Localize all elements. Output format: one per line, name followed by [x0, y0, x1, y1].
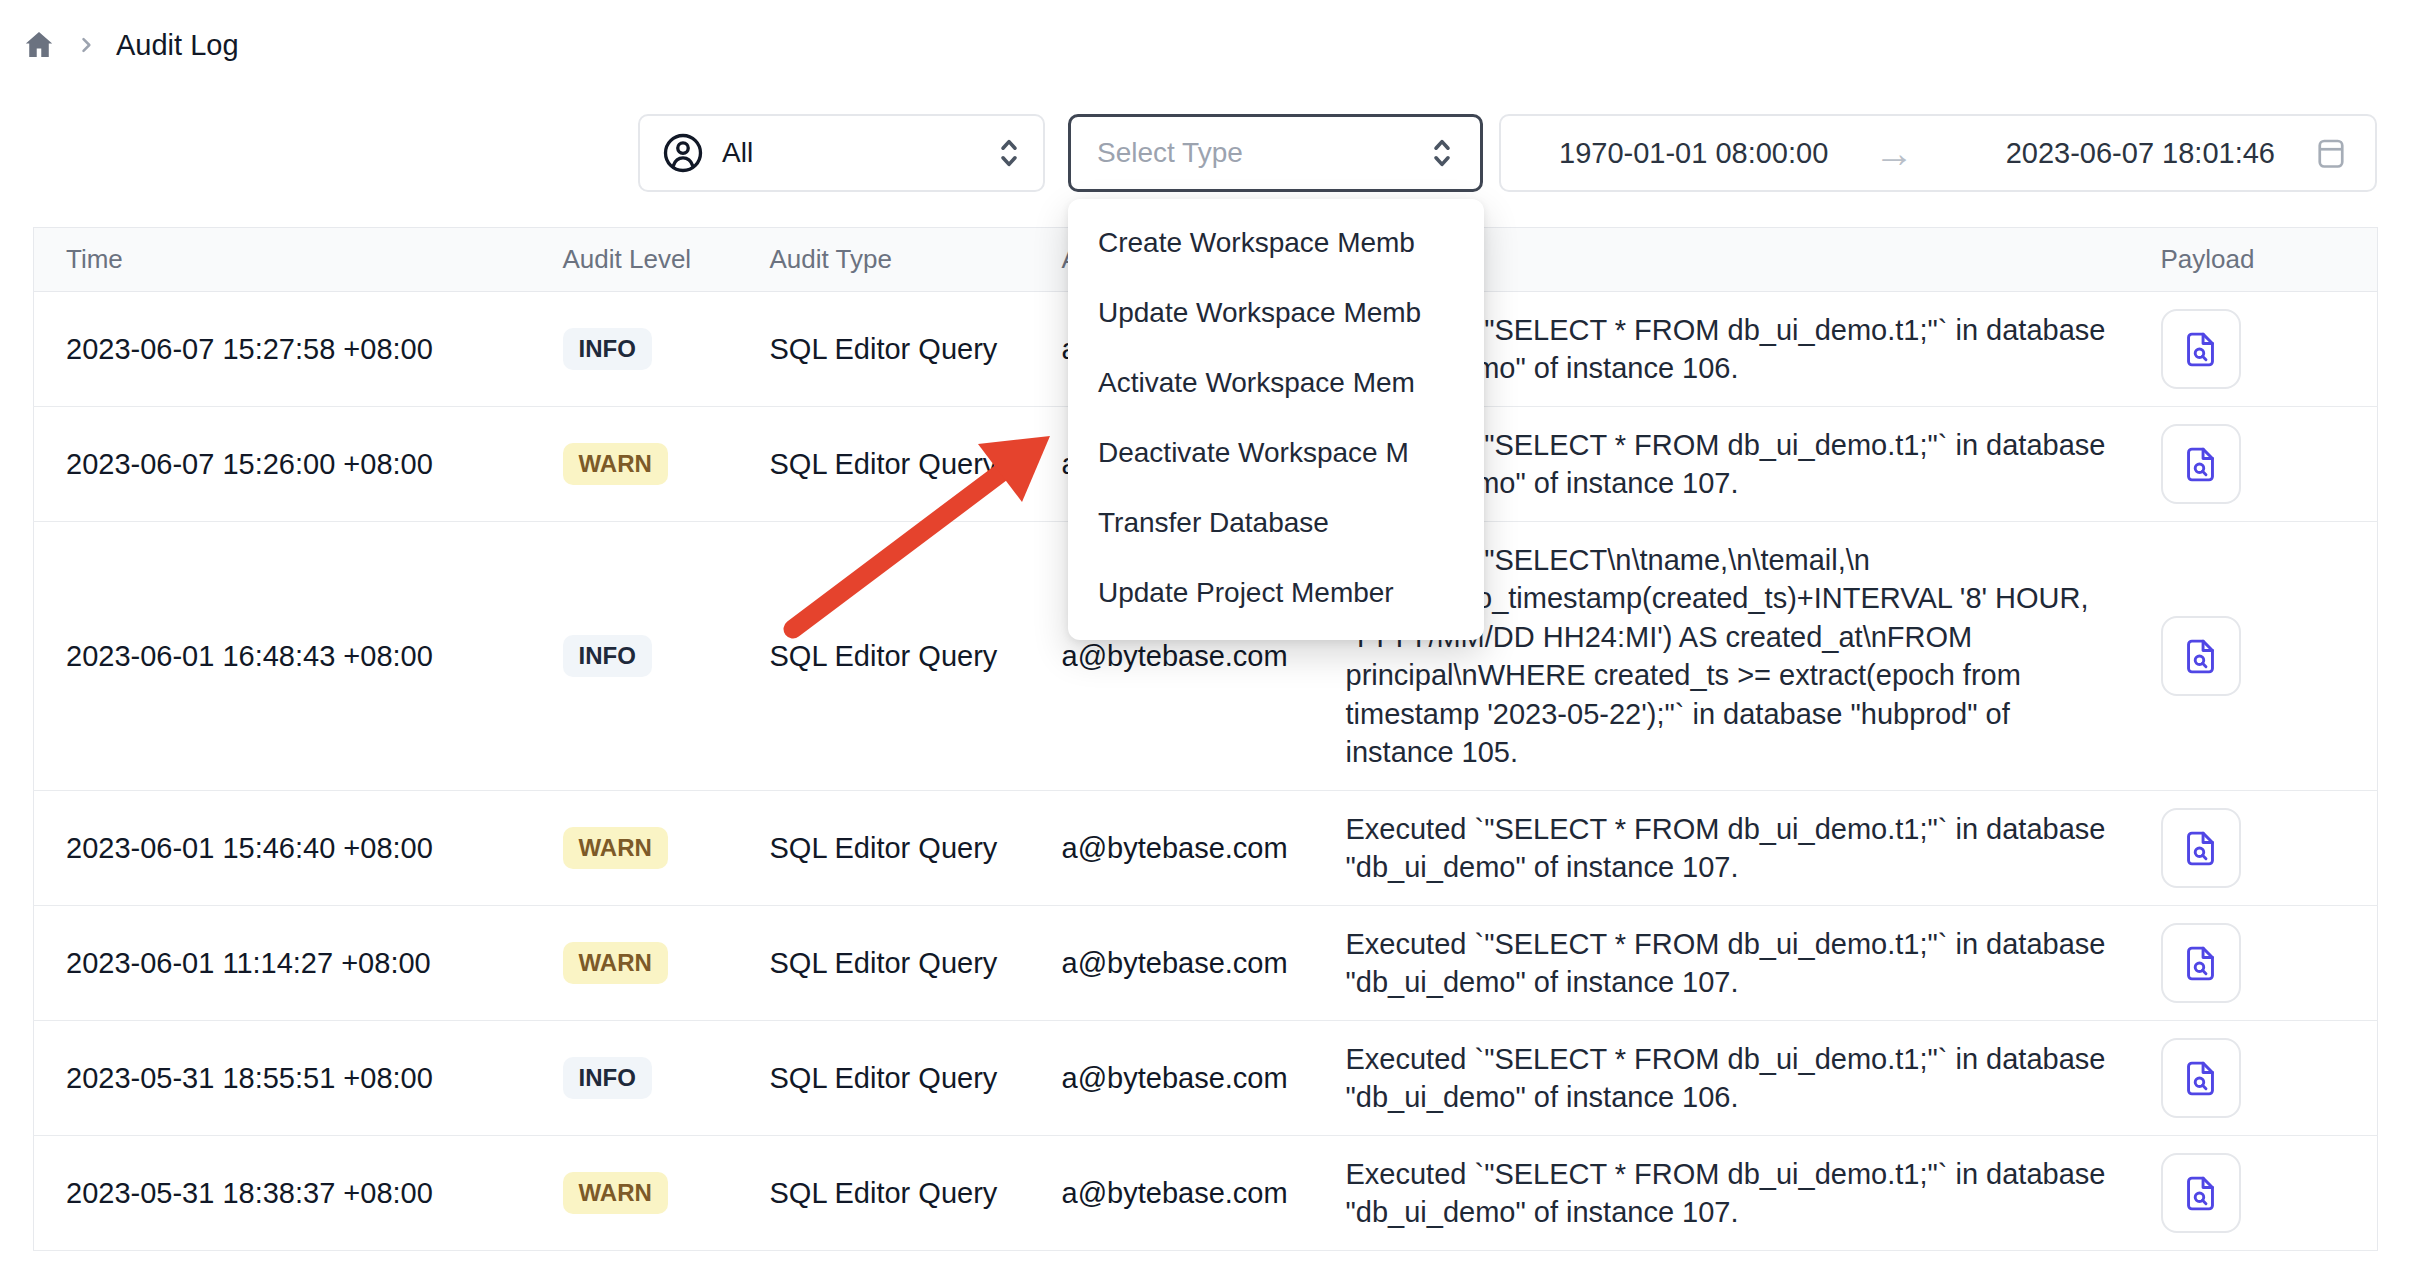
view-payload-button[interactable]: [2161, 424, 2241, 504]
payload-doc-search-icon: [2180, 828, 2221, 869]
arrow-right-icon: →: [1874, 131, 1914, 176]
dropdown-item[interactable]: Activate Workspace Mem: [1068, 348, 1484, 418]
payload-doc-search-icon: [2180, 636, 2221, 677]
cell-level: WARN: [531, 906, 738, 1021]
cell-level: WARN: [531, 1136, 738, 1251]
date-range-picker[interactable]: 1970-01-01 08:00:00 → 2023-06-07 18:01:4…: [1499, 114, 2377, 192]
cell-time: 2023-06-01 15:46:40 +08:00: [34, 791, 531, 906]
cell-level: WARN: [531, 407, 738, 522]
cell-comment: Executed `"SELECT * FROM db_ui_demo.t1;"…: [1314, 906, 2129, 1021]
cell-payload: [2129, 292, 2378, 407]
cell-time: 2023-06-01 11:14:27 +08:00: [34, 906, 531, 1021]
audit-level-badge: WARN: [563, 942, 668, 984]
table-row: 2023-06-01 11:14:27 +08:00 WARN SQL Editor…: [34, 906, 2378, 1021]
view-payload-button[interactable]: [2161, 923, 2241, 1003]
audit-level-badge: WARN: [563, 443, 668, 485]
cell-actor: a@bytebase.com: [1030, 906, 1314, 1021]
dropdown-item[interactable]: Deactivate Workspace M: [1068, 418, 1484, 488]
actor-filter-select[interactable]: All: [638, 114, 1045, 192]
audit-level-badge: WARN: [563, 827, 668, 869]
payload-doc-search-icon: [2180, 444, 2221, 485]
dropdown-item[interactable]: Create Workspace Memb: [1068, 208, 1484, 278]
cell-time: 2023-06-01 16:48:43 +08:00: [34, 522, 531, 791]
cell-audit-type: SQL Editor Query: [738, 1021, 1030, 1136]
cell-audit-type: SQL Editor Query: [738, 791, 1030, 906]
cell-comment: Executed `"SELECT * FROM db_ui_demo.t1;"…: [1314, 1136, 2129, 1251]
type-filter-select[interactable]: Select Type: [1068, 114, 1483, 192]
payload-doc-search-icon: [2180, 1173, 2221, 1214]
audit-level-badge: INFO: [563, 1057, 652, 1099]
cell-comment: Executed `"SELECT * FROM db_ui_demo.t1;"…: [1314, 1021, 2129, 1136]
cell-actor: a@bytebase.com: [1030, 791, 1314, 906]
table-row: 2023-05-31 18:55:51 +08:00 INFO SQL Editor…: [34, 1021, 2378, 1136]
actor-filter-value: All: [722, 137, 979, 169]
cell-level: WARN: [531, 791, 738, 906]
cell-actor: a@bytebase.com: [1030, 1136, 1314, 1251]
payload-doc-search-icon: [2180, 943, 2221, 984]
cell-audit-type: SQL Editor Query: [738, 906, 1030, 1021]
chevron-right-icon: [76, 35, 96, 55]
view-payload-button[interactable]: [2161, 1153, 2241, 1233]
cell-payload: [2129, 522, 2378, 791]
calendar-icon: [2313, 135, 2349, 171]
person-circle-icon: [662, 132, 704, 174]
breadcrumb: Audit Log: [22, 28, 239, 62]
updown-chevrons-icon: [1430, 136, 1454, 170]
dropdown-item[interactable]: Transfer Database: [1068, 488, 1484, 558]
audit-level-badge: INFO: [563, 328, 652, 370]
cell-level: INFO: [531, 522, 738, 791]
audit-log-page: Audit Log All Select Type 1970-01-01 08:…: [0, 0, 2410, 1268]
cell-audit-type: SQL Editor Query: [738, 522, 1030, 791]
cell-payload: [2129, 1136, 2378, 1251]
home-icon[interactable]: [22, 28, 56, 62]
updown-chevrons-icon: [997, 136, 1021, 170]
dropdown-item[interactable]: Update Workspace Memb: [1068, 278, 1484, 348]
col-header-level: Audit Level: [531, 228, 738, 292]
date-range-end[interactable]: 2023-06-07 18:01:46: [2006, 137, 2275, 170]
view-payload-button[interactable]: [2161, 1038, 2241, 1118]
view-payload-button[interactable]: [2161, 616, 2241, 696]
view-payload-button[interactable]: [2161, 808, 2241, 888]
cell-comment: Executed `"SELECT * FROM db_ui_demo.t1;"…: [1314, 791, 2129, 906]
cell-payload: [2129, 791, 2378, 906]
cell-payload: [2129, 906, 2378, 1021]
dropdown-item[interactable]: Update Project Member: [1068, 558, 1484, 628]
cell-time: 2023-05-31 18:38:37 +08:00: [34, 1136, 531, 1251]
type-select-dropdown: Create Workspace MembUpdate Workspace Me…: [1068, 199, 1484, 640]
table-row: 2023-05-31 18:38:37 +08:00 WARN SQL Editor…: [34, 1136, 2378, 1251]
payload-doc-search-icon: [2180, 329, 2221, 370]
table-row: 2023-06-01 15:46:40 +08:00 WARN SQL Editor…: [34, 791, 2378, 906]
cell-payload: [2129, 407, 2378, 522]
cell-payload: [2129, 1021, 2378, 1136]
cell-time: 2023-06-07 15:27:58 +08:00: [34, 292, 531, 407]
cell-audit-type: SQL Editor Query: [738, 407, 1030, 522]
payload-doc-search-icon: [2180, 1058, 2221, 1099]
type-filter-placeholder: Select Type: [1097, 137, 1430, 169]
cell-time: 2023-05-31 18:55:51 +08:00: [34, 1021, 531, 1136]
page-title: Audit Log: [116, 29, 239, 62]
audit-level-badge: INFO: [563, 635, 652, 677]
cell-audit-type: SQL Editor Query: [738, 1136, 1030, 1251]
col-header-time: Time: [34, 228, 531, 292]
col-header-payload: Payload: [2129, 228, 2378, 292]
cell-level: INFO: [531, 292, 738, 407]
audit-level-badge: WARN: [563, 1172, 668, 1214]
cell-audit-type: SQL Editor Query: [738, 292, 1030, 407]
view-payload-button[interactable]: [2161, 309, 2241, 389]
cell-level: INFO: [531, 1021, 738, 1136]
date-range-start[interactable]: 1970-01-01 08:00:00: [1559, 137, 1828, 170]
cell-time: 2023-06-07 15:26:00 +08:00: [34, 407, 531, 522]
cell-actor: a@bytebase.com: [1030, 1021, 1314, 1136]
col-header-type: Audit Type: [738, 228, 1030, 292]
